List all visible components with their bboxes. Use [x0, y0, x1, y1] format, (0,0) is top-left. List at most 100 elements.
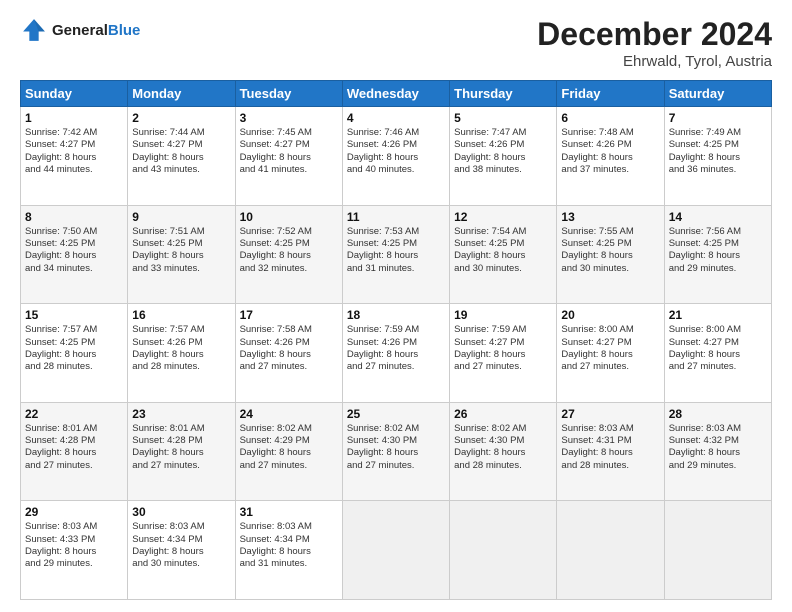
cell-info-line: Sunset: 4:26 PM	[240, 337, 338, 349]
title-block: December 2024 Ehrwald, Tyrol, Austria	[537, 16, 772, 70]
col-header-friday: Friday	[557, 81, 664, 107]
cell-info-line: Daylight: 8 hours	[561, 349, 659, 361]
cell-info-line: Sunset: 4:27 PM	[240, 139, 338, 151]
logo: GeneralBlue	[20, 16, 140, 44]
cell-info-line: Daylight: 8 hours	[347, 152, 445, 164]
cell-info-line: and 36 minutes.	[669, 164, 767, 176]
cell-info-line: and 30 minutes.	[132, 558, 230, 570]
day-number: 7	[669, 111, 767, 125]
calendar-cell	[664, 501, 771, 600]
cell-info-line: Sunset: 4:27 PM	[454, 337, 552, 349]
cell-info-line: Sunrise: 8:02 AM	[240, 423, 338, 435]
cell-info-line: Sunset: 4:32 PM	[669, 435, 767, 447]
calendar-page: GeneralBlue December 2024 Ehrwald, Tyrol…	[0, 0, 792, 612]
calendar-cell: 17Sunrise: 7:58 AMSunset: 4:26 PMDayligh…	[235, 304, 342, 403]
cell-info-line: Daylight: 8 hours	[240, 152, 338, 164]
cell-info-line: and 44 minutes.	[25, 164, 123, 176]
calendar-cell: 29Sunrise: 8:03 AMSunset: 4:33 PMDayligh…	[21, 501, 128, 600]
cell-info-line: Sunset: 4:26 PM	[347, 139, 445, 151]
calendar-cell: 4Sunrise: 7:46 AMSunset: 4:26 PMDaylight…	[342, 107, 449, 206]
cell-info-line: Daylight: 8 hours	[240, 349, 338, 361]
cell-info-line: Sunrise: 7:59 AM	[454, 324, 552, 336]
cell-info-line: Daylight: 8 hours	[561, 250, 659, 262]
day-number: 23	[132, 407, 230, 421]
cell-info-line: Sunrise: 8:02 AM	[454, 423, 552, 435]
cell-info-line: Sunset: 4:29 PM	[240, 435, 338, 447]
cell-info-line: Sunrise: 8:03 AM	[669, 423, 767, 435]
cell-info-line: Daylight: 8 hours	[454, 250, 552, 262]
cell-info-line: Sunrise: 7:51 AM	[132, 226, 230, 238]
cell-info-line: Daylight: 8 hours	[669, 349, 767, 361]
cell-info-line: Sunrise: 8:01 AM	[25, 423, 123, 435]
calendar-week-5: 29Sunrise: 8:03 AMSunset: 4:33 PMDayligh…	[21, 501, 772, 600]
day-number: 3	[240, 111, 338, 125]
day-number: 9	[132, 210, 230, 224]
col-header-tuesday: Tuesday	[235, 81, 342, 107]
cell-info-line: and 29 minutes.	[25, 558, 123, 570]
calendar-week-4: 22Sunrise: 8:01 AMSunset: 4:28 PMDayligh…	[21, 402, 772, 501]
calendar-cell: 25Sunrise: 8:02 AMSunset: 4:30 PMDayligh…	[342, 402, 449, 501]
cell-info-line: Sunrise: 8:01 AM	[132, 423, 230, 435]
calendar-cell	[342, 501, 449, 600]
cell-info-line: Sunset: 4:30 PM	[454, 435, 552, 447]
col-header-sunday: Sunday	[21, 81, 128, 107]
calendar-table: SundayMondayTuesdayWednesdayThursdayFrid…	[20, 80, 772, 600]
day-number: 6	[561, 111, 659, 125]
calendar-cell: 15Sunrise: 7:57 AMSunset: 4:25 PMDayligh…	[21, 304, 128, 403]
calendar-cell: 18Sunrise: 7:59 AMSunset: 4:26 PMDayligh…	[342, 304, 449, 403]
day-number: 22	[25, 407, 123, 421]
cell-info-line: Sunrise: 7:48 AM	[561, 127, 659, 139]
day-number: 27	[561, 407, 659, 421]
cell-info-line: Sunset: 4:25 PM	[669, 238, 767, 250]
cell-info-line: and 27 minutes.	[240, 361, 338, 373]
cell-info-line: Daylight: 8 hours	[347, 349, 445, 361]
cell-info-line: Sunrise: 7:45 AM	[240, 127, 338, 139]
cell-info-line: Sunset: 4:30 PM	[347, 435, 445, 447]
cell-info-line: and 29 minutes.	[669, 460, 767, 472]
day-number: 26	[454, 407, 552, 421]
day-number: 25	[347, 407, 445, 421]
cell-info-line: Sunset: 4:33 PM	[25, 534, 123, 546]
cell-info-line: and 28 minutes.	[132, 361, 230, 373]
day-number: 18	[347, 308, 445, 322]
cell-info-line: Sunset: 4:27 PM	[25, 139, 123, 151]
calendar-cell: 16Sunrise: 7:57 AMSunset: 4:26 PMDayligh…	[128, 304, 235, 403]
calendar-week-2: 8Sunrise: 7:50 AMSunset: 4:25 PMDaylight…	[21, 205, 772, 304]
day-number: 30	[132, 505, 230, 519]
cell-info-line: Sunset: 4:25 PM	[240, 238, 338, 250]
cell-info-line: Sunrise: 8:03 AM	[240, 521, 338, 533]
cell-info-line: and 28 minutes.	[561, 460, 659, 472]
cell-info-line: Sunset: 4:26 PM	[561, 139, 659, 151]
cell-info-line: Sunrise: 8:00 AM	[669, 324, 767, 336]
cell-info-line: Daylight: 8 hours	[454, 447, 552, 459]
calendar-cell: 13Sunrise: 7:55 AMSunset: 4:25 PMDayligh…	[557, 205, 664, 304]
calendar-cell	[450, 501, 557, 600]
cell-info-line: and 28 minutes.	[454, 460, 552, 472]
cell-info-line: Sunset: 4:25 PM	[347, 238, 445, 250]
cell-info-line: and 27 minutes.	[240, 460, 338, 472]
cell-info-line: and 37 minutes.	[561, 164, 659, 176]
cell-info-line: and 27 minutes.	[669, 361, 767, 373]
cell-info-line: Daylight: 8 hours	[240, 546, 338, 558]
cell-info-line: and 28 minutes.	[25, 361, 123, 373]
day-number: 15	[25, 308, 123, 322]
cell-info-line: Sunrise: 7:53 AM	[347, 226, 445, 238]
cell-info-line: and 30 minutes.	[454, 263, 552, 275]
day-number: 2	[132, 111, 230, 125]
cell-info-line: Sunrise: 7:52 AM	[240, 226, 338, 238]
cell-info-line: and 32 minutes.	[240, 263, 338, 275]
cell-info-line: Sunset: 4:25 PM	[132, 238, 230, 250]
cell-info-line: and 41 minutes.	[240, 164, 338, 176]
cell-info-line: Sunrise: 7:44 AM	[132, 127, 230, 139]
cell-info-line: Sunset: 4:25 PM	[25, 238, 123, 250]
calendar-week-3: 15Sunrise: 7:57 AMSunset: 4:25 PMDayligh…	[21, 304, 772, 403]
logo-icon	[20, 16, 48, 44]
cell-info-line: Sunrise: 8:03 AM	[25, 521, 123, 533]
cell-info-line: Daylight: 8 hours	[561, 447, 659, 459]
day-number: 10	[240, 210, 338, 224]
cell-info-line: Daylight: 8 hours	[669, 152, 767, 164]
logo-text: GeneralBlue	[52, 22, 140, 39]
cell-info-line: Daylight: 8 hours	[25, 250, 123, 262]
cell-info-line: Sunset: 4:28 PM	[132, 435, 230, 447]
col-header-wednesday: Wednesday	[342, 81, 449, 107]
